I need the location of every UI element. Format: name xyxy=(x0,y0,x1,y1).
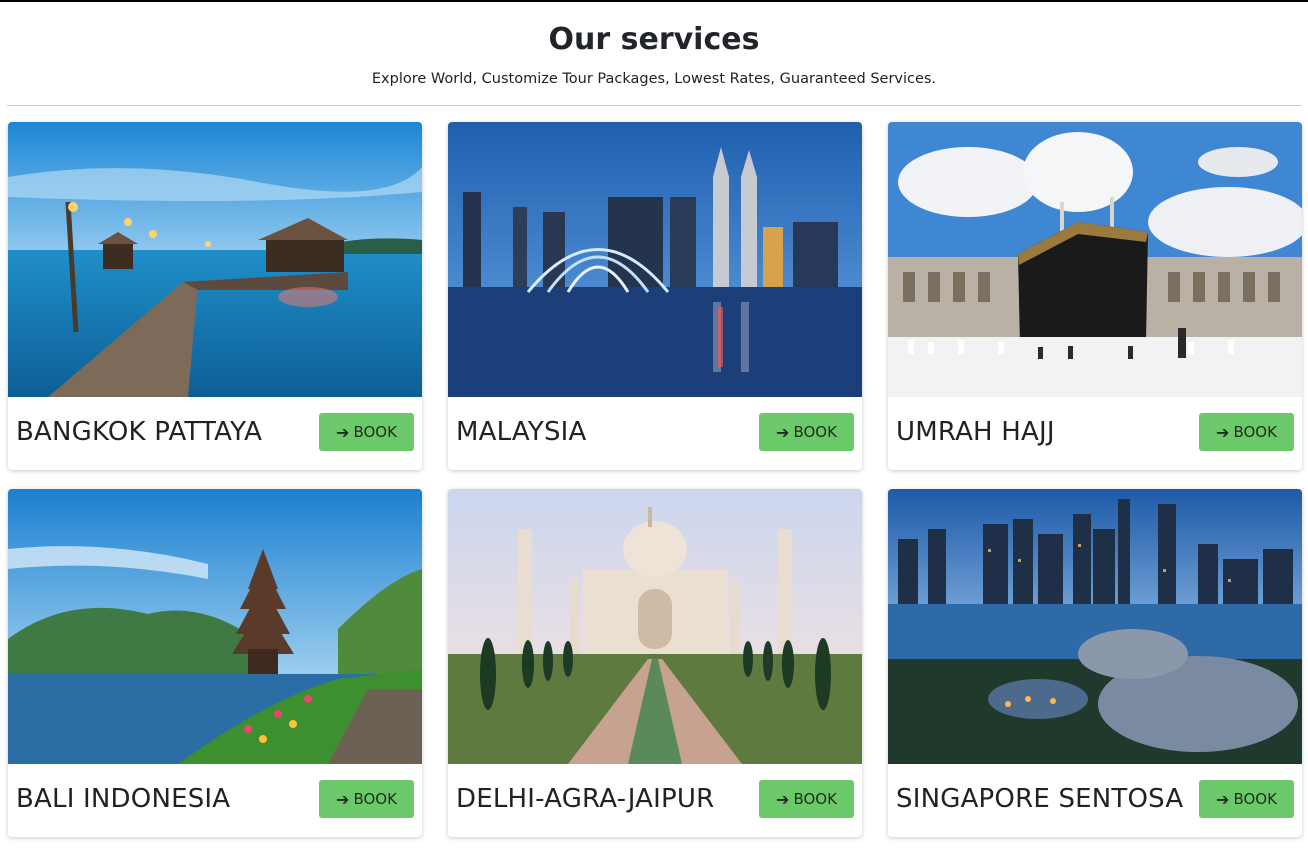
page-subtitle: Explore World, Customize Tour Packages, … xyxy=(371,71,937,87)
service-card-singapore-sentosa: SINGAPORE SENTOSA ➔ BOOK xyxy=(888,489,1302,837)
arrow-right-icon: ➔ xyxy=(336,422,350,442)
book-button[interactable]: ➔ BOOK xyxy=(319,413,414,451)
service-card-delhi-agra-jaipur: DELHI-AGRA-JAIPUR ➔ BOOK xyxy=(448,489,862,837)
card-title: UMRAH HAJJ xyxy=(896,417,1055,447)
card-footer: SINGAPORE SENTOSA ➔ BOOK xyxy=(888,764,1302,837)
service-card-malaysia: MALAYSIA ➔ BOOK xyxy=(448,122,862,470)
service-card-bangkok-pattaya: BANGKOK PATTAYA ➔ BOOK xyxy=(8,122,422,470)
book-button-label: BOOK xyxy=(793,423,837,441)
card-image-kaaba xyxy=(888,122,1302,397)
services-header: Our services Explore World, Customize To… xyxy=(0,2,1308,88)
card-image-taj-mahal xyxy=(448,489,862,764)
book-button-label: BOOK xyxy=(1233,790,1277,808)
book-button[interactable]: ➔ BOOK xyxy=(319,780,414,818)
card-footer: UMRAH HAJJ ➔ BOOK xyxy=(888,397,1302,470)
card-title: SINGAPORE SENTOSA xyxy=(896,784,1184,814)
book-button[interactable]: ➔ BOOK xyxy=(759,780,854,818)
card-footer: DELHI-AGRA-JAIPUR ➔ BOOK xyxy=(448,764,862,837)
book-button-label: BOOK xyxy=(793,790,837,808)
book-button[interactable]: ➔ BOOK xyxy=(1199,780,1294,818)
arrow-right-icon: ➔ xyxy=(776,422,790,442)
book-button-label: BOOK xyxy=(353,423,397,441)
card-title: MALAYSIA xyxy=(456,417,587,447)
arrow-right-icon: ➔ xyxy=(1216,422,1230,442)
service-card-bali-indonesia: BALI INDONESIA ➔ BOOK xyxy=(8,489,422,837)
card-title: DELHI-AGRA-JAIPUR xyxy=(456,784,715,814)
arrow-right-icon: ➔ xyxy=(336,789,350,809)
card-image-skyline-fountain xyxy=(448,122,862,397)
arrow-right-icon: ➔ xyxy=(1216,789,1230,809)
page-title: Our services xyxy=(548,22,760,57)
card-title: BALI INDONESIA xyxy=(16,784,231,814)
book-button-label: BOOK xyxy=(1233,423,1277,441)
card-title: BANGKOK PATTAYA xyxy=(16,417,263,447)
card-image-lake-temple xyxy=(8,489,422,764)
header-divider xyxy=(7,105,1302,106)
book-button-label: BOOK xyxy=(353,790,397,808)
card-image-night-skyline xyxy=(888,489,1302,764)
card-image-pier xyxy=(8,122,422,397)
service-card-umrah-hajj: UMRAH HAJJ ➔ BOOK xyxy=(888,122,1302,470)
services-grid: BANGKOK PATTAYA ➔ BOOK MALAYSIA ➔ BOOK U… xyxy=(0,122,1308,862)
book-button[interactable]: ➔ BOOK xyxy=(1199,413,1294,451)
card-footer: BANGKOK PATTAYA ➔ BOOK xyxy=(8,397,422,470)
card-footer: BALI INDONESIA ➔ BOOK xyxy=(8,764,422,837)
book-button[interactable]: ➔ BOOK xyxy=(759,413,854,451)
card-footer: MALAYSIA ➔ BOOK xyxy=(448,397,862,470)
arrow-right-icon: ➔ xyxy=(776,789,790,809)
